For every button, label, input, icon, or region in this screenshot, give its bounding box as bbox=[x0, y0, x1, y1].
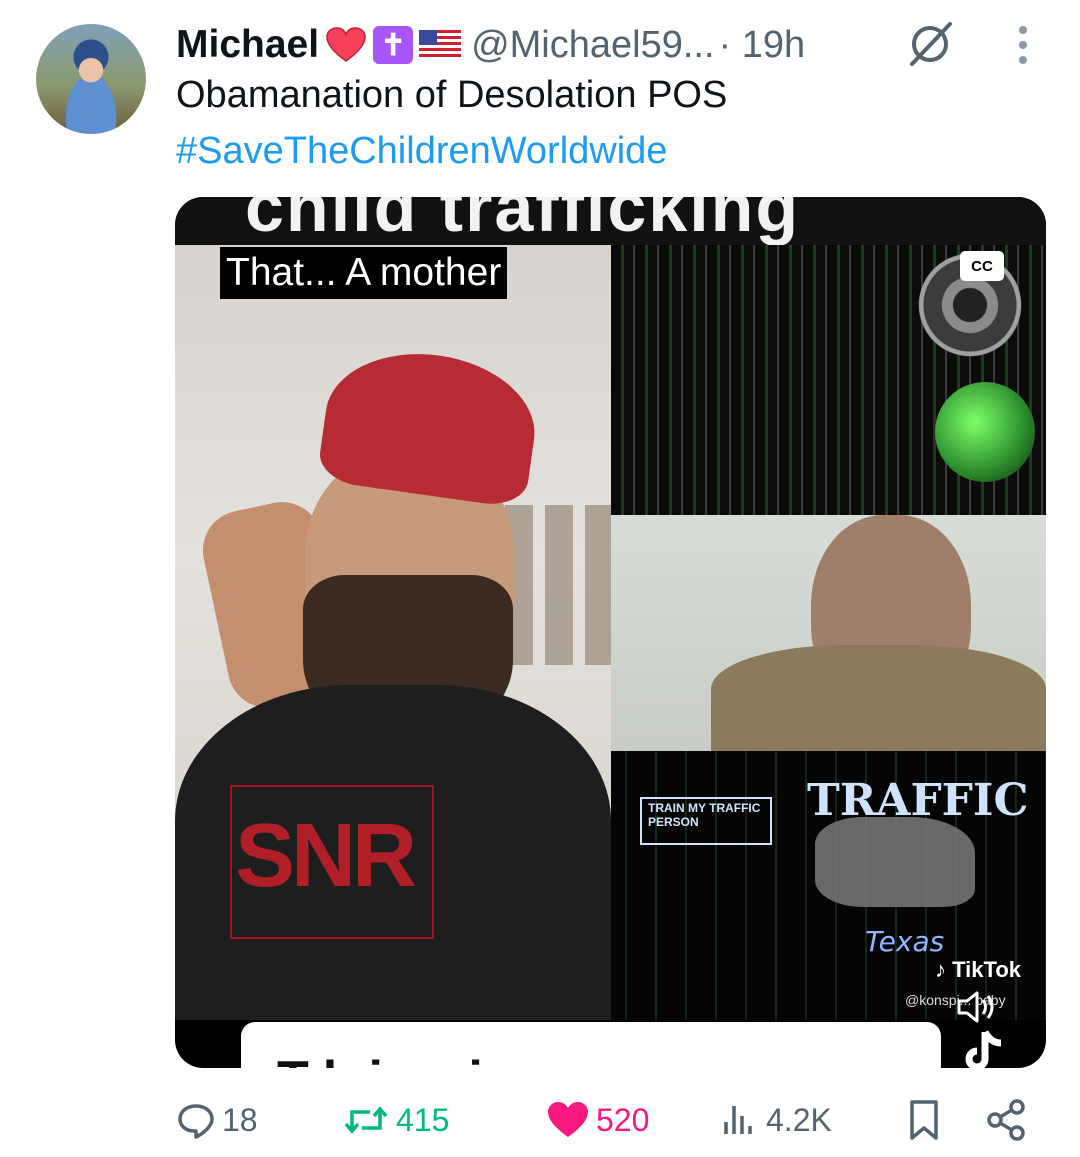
us-flag-emoji-icon bbox=[419, 27, 462, 63]
traffic-title: TRAFFIC bbox=[807, 775, 1029, 826]
reply-icon bbox=[178, 1104, 214, 1139]
video-right-middle-panel bbox=[611, 515, 1046, 751]
share-icon bbox=[987, 1099, 1025, 1141]
like-count: 520 bbox=[596, 1101, 650, 1138]
retweet-button[interactable]: 415 bbox=[342, 1090, 449, 1150]
more-options-icon[interactable] bbox=[1008, 22, 1038, 68]
tiktok-note-icon: ♪ bbox=[935, 957, 946, 982]
author-avatar[interactable] bbox=[36, 24, 146, 134]
tiktok-watermark: ♪ TikTok bbox=[935, 957, 1021, 983]
video-caption: That... A mother bbox=[220, 247, 508, 299]
author-handle[interactable]: @Michael59... bbox=[471, 24, 714, 67]
views-count: 4.2K bbox=[766, 1101, 832, 1138]
latin-cross-emoji-icon: ✝ bbox=[373, 26, 414, 64]
tweet-text: Obamanation of Desolation POS bbox=[176, 74, 728, 116]
reply-count: 18 bbox=[222, 1101, 258, 1138]
train-traffic-label: TRAIN MY TRAFFIC PERSON bbox=[640, 797, 772, 845]
closed-captions-button[interactable]: CC bbox=[960, 251, 1004, 281]
views-chart-icon bbox=[724, 1106, 752, 1134]
reply-button[interactable]: 18 bbox=[176, 1090, 258, 1150]
us-map-graphic bbox=[815, 817, 975, 907]
bookmark-icon bbox=[910, 1100, 938, 1140]
red-cap-shape bbox=[316, 341, 544, 509]
tiktok-logo-icon bbox=[965, 1030, 1002, 1068]
author-name[interactable]: Michael bbox=[176, 23, 319, 67]
tweet-header: Michael ✝ @Michael59... · 19h bbox=[176, 20, 805, 70]
video-top-banner: child trafficking bbox=[175, 197, 1046, 246]
tweet-timestamp[interactable]: · 19h bbox=[719, 24, 806, 67]
tweet-hashtag-link[interactable]: #SaveTheChildrenWorldwide bbox=[176, 130, 667, 173]
video-bottom-text: This is... bbox=[277, 1050, 625, 1068]
tan-shirt-shape bbox=[711, 645, 1046, 751]
globe-graphic bbox=[935, 382, 1035, 482]
video-bottom-text-card: This is... bbox=[241, 1022, 941, 1068]
views-button[interactable]: 4.2K bbox=[720, 1090, 832, 1150]
heart-icon bbox=[548, 1102, 588, 1137]
retweet-count: 415 bbox=[396, 1101, 450, 1138]
tiktok-label: TikTok bbox=[952, 957, 1021, 982]
video-top-ghost-text: child trafficking bbox=[245, 197, 801, 246]
like-button[interactable]: 520 bbox=[546, 1090, 649, 1150]
retweet-icon bbox=[344, 1106, 388, 1134]
bookmark-button[interactable] bbox=[904, 1090, 950, 1150]
grok-icon[interactable] bbox=[902, 18, 958, 70]
texas-label: Texas bbox=[865, 925, 945, 958]
video-left-panel: SNR bbox=[175, 245, 611, 1020]
share-button[interactable] bbox=[984, 1090, 1034, 1150]
tweet-actions-bar: 18 415 520 4.2K bbox=[0, 1090, 1080, 1150]
heart-emoji-icon bbox=[325, 27, 367, 63]
shirt-logo: SNR bbox=[235, 806, 417, 906]
video-media[interactable]: child trafficking SNR That... A mother C… bbox=[175, 197, 1046, 1068]
mute-toggle-icon[interactable] bbox=[955, 989, 999, 1025]
